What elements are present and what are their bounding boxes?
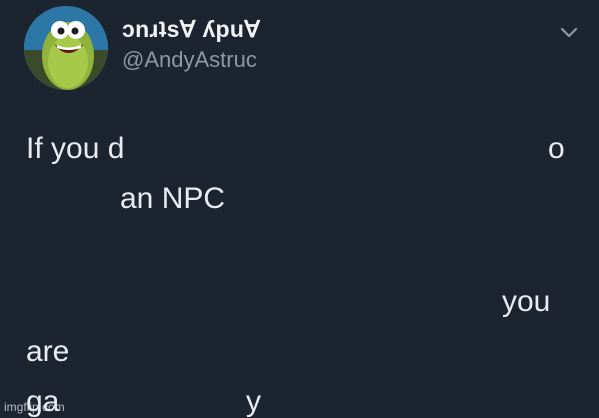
watermark: imgflip.com xyxy=(4,400,65,414)
tweet-text-fragment: an NPC xyxy=(120,182,226,215)
tweet-text-fragment: are xyxy=(26,335,70,368)
cartoon-fish-avatar-icon xyxy=(24,6,108,90)
tweet-text-fragment: y xyxy=(246,385,261,418)
display-name[interactable]: ɔnɹʇs∀ ʎpu∀ xyxy=(122,16,260,43)
tweet-text-fragment: If you d xyxy=(26,132,125,165)
tweet-text-fragment: you xyxy=(502,285,551,318)
chevron-down-icon[interactable] xyxy=(558,24,580,40)
tweet-text-fragment: o xyxy=(548,132,565,165)
user-handle[interactable]: @AndyAstruc xyxy=(122,47,257,73)
avatar[interactable] xyxy=(24,6,108,90)
tweet-card: ɔnɹʇs∀ ʎpu∀ @AndyAstruc If you d o an NP… xyxy=(0,0,599,417)
